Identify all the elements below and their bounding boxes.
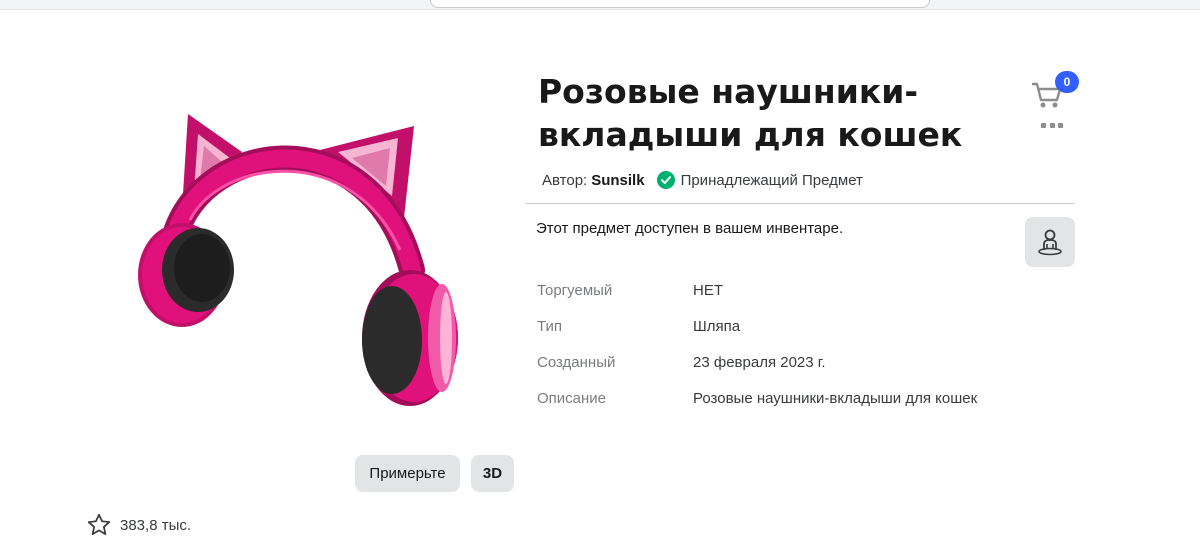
3d-view-button[interactable]: 3D: [471, 455, 514, 492]
detail-row-created: Созданный 23 февраля 2023 г.: [537, 354, 977, 390]
item-title: Розовые наушники-вкладыши для кошек: [538, 72, 963, 154]
more-options-icon[interactable]: [1041, 118, 1063, 132]
favorites-count: 383,8 тыс.: [120, 516, 192, 534]
avatar-icon: [1038, 229, 1062, 256]
detail-label: Описание: [537, 390, 607, 407]
headphones-image: [138, 114, 458, 406]
detail-value: Розовые наушники-вкладыши для кошек: [693, 390, 978, 407]
detail-label: Торгуемый: [537, 282, 613, 299]
owned-message: Этот предмет доступен в вашем инвентаре.: [536, 220, 844, 237]
wear-on-avatar-button[interactable]: [1025, 217, 1075, 267]
detail-value: Шляпа: [693, 318, 741, 335]
detail-value: НЕТ: [693, 282, 723, 299]
detail-row-type: Тип Шляпа: [537, 318, 977, 354]
author-label: Автор:: [542, 171, 588, 189]
owned-check-icon: [656, 171, 675, 189]
byline: Автор: Sunsilk Принадлежащий Предмет: [542, 170, 863, 190]
star-icon[interactable]: [86, 512, 112, 538]
detail-row-tradable: Торгуемый НЕТ: [537, 282, 977, 318]
item-thumbnail: [120, 100, 500, 420]
try-on-button[interactable]: Примерьте: [355, 455, 460, 492]
detail-label: Созданный: [537, 354, 616, 371]
ownership-status: Принадлежащий Предмет: [680, 171, 863, 189]
search-bar[interactable]: [430, 0, 930, 8]
item-details: Торгуемый НЕТ Тип Шляпа Созданный 23 фев…: [537, 282, 977, 426]
detail-value: 23 февраля 2023 г.: [693, 354, 826, 371]
top-bar: [0, 0, 1200, 10]
creator-link[interactable]: Sunsilk: [591, 172, 644, 189]
cart-count-badge: 0: [1055, 71, 1079, 93]
detail-row-description: Описание Розовые наушники-вкладыши для к…: [537, 390, 977, 426]
favorites[interactable]: 383,8 тыс.: [86, 512, 191, 538]
divider: [525, 203, 1075, 204]
detail-label: Тип: [537, 318, 563, 335]
